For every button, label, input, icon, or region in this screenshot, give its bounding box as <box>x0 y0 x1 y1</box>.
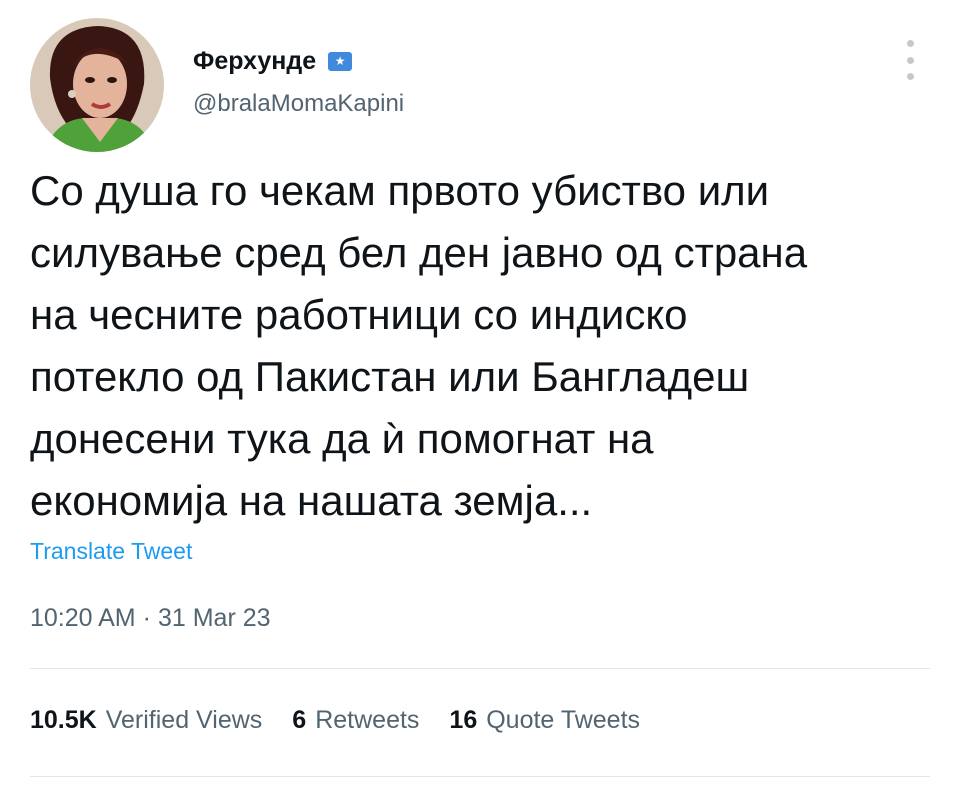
avatar-image <box>30 18 164 152</box>
views-count: 10.5K <box>30 706 97 734</box>
divider <box>30 668 930 669</box>
views-stat[interactable]: 10.5K Verified Views <box>30 706 262 735</box>
more-dot <box>906 56 914 64</box>
tweet-text: Со душа го чекам првото убиство или силу… <box>30 167 808 524</box>
flag-icon: ★ <box>328 51 353 71</box>
user-handle[interactable]: @bralaMomaKapini <box>193 90 404 118</box>
tweet-header: Ферхунде ★ @bralaMomaKapini <box>30 18 930 152</box>
quote-tweets-label: Quote Tweets <box>486 706 641 734</box>
quote-tweets-count: 16 <box>449 706 478 734</box>
display-name[interactable]: Ферхунде <box>193 47 316 76</box>
more-dot <box>906 73 914 80</box>
tweet-stats: 10.5K Verified Views 6 Retweets 16 Quote… <box>30 706 670 735</box>
divider <box>30 776 930 777</box>
tweet-timestamp[interactable]: 10:20 AM · 31 Mar 23 <box>30 604 271 633</box>
retweets-label: Retweets <box>315 706 420 734</box>
display-name-row: Ферхунде ★ <box>193 44 404 78</box>
quote-tweets-stat[interactable]: 16 Quote Tweets <box>449 706 640 735</box>
retweets-count: 6 <box>292 706 307 734</box>
tweet-card: Ферхунде ★ @bralaMomaKapini Со душа го ч… <box>0 0 960 792</box>
avatar[interactable] <box>30 18 164 152</box>
translate-tweet-link[interactable]: Translate Tweet <box>30 538 192 565</box>
more-dot <box>906 40 914 47</box>
tweet-time: 10:20 AM <box>30 604 136 632</box>
author-info: Ферхунде ★ @bralaMomaKapini <box>193 44 404 118</box>
more-options-icon[interactable] <box>898 40 922 80</box>
tweet-date: 31 Mar 23 <box>157 604 271 632</box>
views-label: Verified Views <box>105 706 263 734</box>
retweets-stat[interactable]: 6 Retweets <box>292 706 419 735</box>
timestamp-separator: · <box>142 604 151 632</box>
